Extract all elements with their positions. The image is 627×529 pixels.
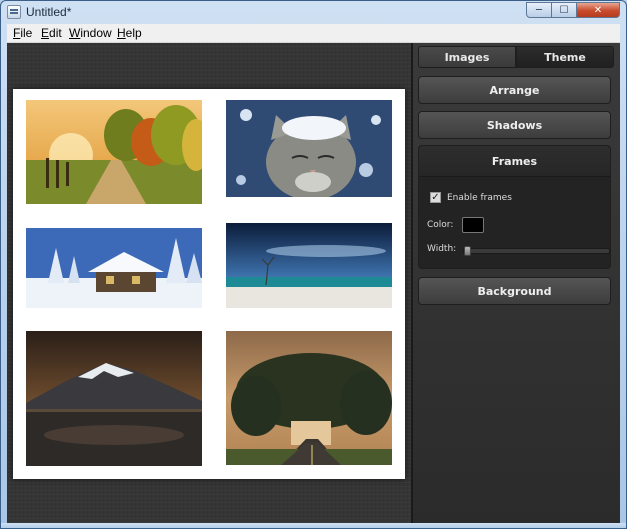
snow-cat-image [226,100,392,197]
window-controls: ─ ☐ ✕ [526,2,620,18]
beach-image [226,223,392,308]
photo-snow-cat[interactable] [226,100,392,197]
menu-window[interactable]: Window [69,26,112,40]
mountain-lake-image [26,331,202,466]
menu-file[interactable]: File [13,26,32,40]
arrange-button[interactable]: Arrange [418,76,611,104]
window-title: Untitled* [26,5,72,19]
maximize-button[interactable]: ☐ [552,2,577,18]
autumn-road-image [26,100,202,204]
panel-tabs: Images Theme [418,46,614,68]
tree-tunnel-image [226,331,392,465]
frame-color-swatch[interactable] [462,217,485,233]
checkmark-icon: ✓ [431,191,440,203]
background-button[interactable]: Background [418,277,611,305]
frames-section: Frames ✓ Enable frames Color: Width: [418,145,611,269]
minimize-icon: ─ [535,4,543,16]
frame-width-slider[interactable] [463,246,610,256]
tab-theme[interactable]: Theme [516,46,614,68]
enable-frames-checkbox[interactable]: ✓ [430,192,441,203]
window-bottom-border [1,523,626,528]
frame-color-row: Color: [427,217,485,233]
close-button[interactable]: ✕ [577,2,620,18]
main-content: Images Theme Arrange Shadows Frames ✓ En… [7,43,620,523]
menu-help[interactable]: Help [117,26,142,40]
frame-width-row: Width: [427,244,610,256]
close-icon: ✕ [593,4,603,16]
maximize-icon: ☐ [559,4,569,16]
frames-header[interactable]: Frames [419,146,610,177]
title-bar[interactable]: Untitled* ─ ☐ ✕ [1,1,626,23]
frame-width-label: Width: [427,244,457,254]
menu-bar: File Edit Window Help [7,24,620,43]
enable-frames-label: Enable frames [447,192,512,203]
app-icon[interactable] [7,5,21,19]
collage-page[interactable] [13,89,405,479]
app-window: Untitled* ─ ☐ ✕ File Edit Window Help Im… [0,0,627,529]
photo-snow-cabin[interactable] [26,228,202,308]
photo-beach[interactable] [226,223,392,308]
photo-autumn-road[interactable] [26,100,202,204]
enable-frames-row[interactable]: ✓ Enable frames [430,192,512,203]
menu-edit[interactable]: Edit [41,26,62,40]
photo-tree-tunnel[interactable] [226,331,392,465]
frame-width-slider-thumb[interactable] [464,246,471,256]
shadows-button[interactable]: Shadows [418,111,611,139]
minimize-button[interactable]: ─ [526,2,552,18]
photo-mountain-lake[interactable] [26,331,202,466]
canvas-area[interactable] [7,43,411,523]
snow-cabin-image [26,228,202,308]
tab-images[interactable]: Images [418,46,516,68]
frame-color-label: Color: [427,220,454,230]
settings-panel: Images Theme Arrange Shadows Frames ✓ En… [413,43,620,523]
